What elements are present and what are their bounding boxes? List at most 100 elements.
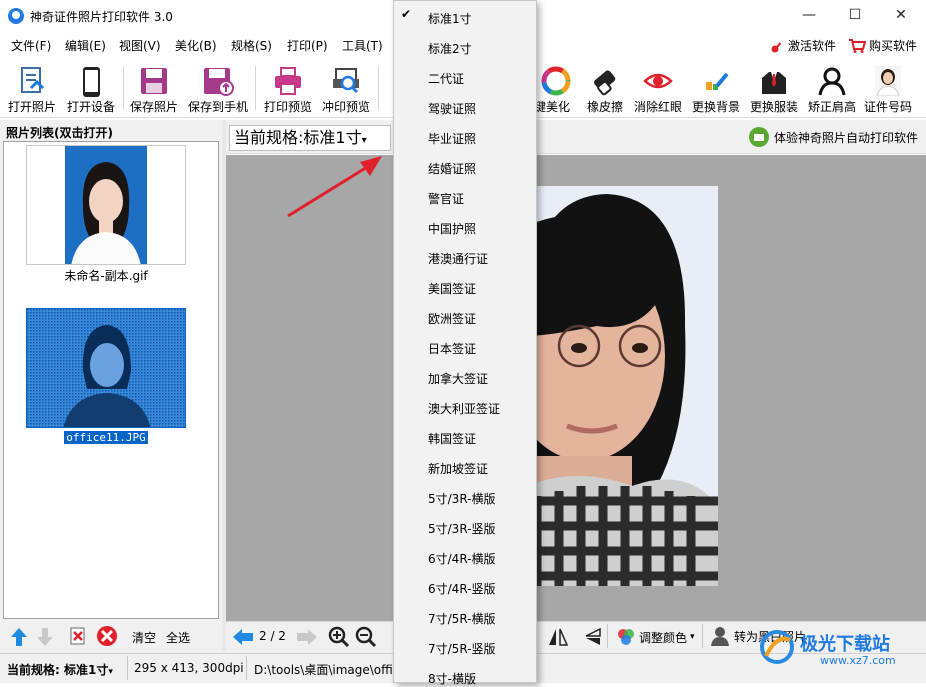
- spec-value: 标准1寸: [303, 128, 362, 147]
- menu-beautify[interactable]: 美化(B): [175, 37, 217, 54]
- menu-item-id-card-2nd[interactable]: 二代证: [428, 70, 464, 87]
- close-button[interactable]: ✕: [878, 0, 924, 32]
- zoom-out-icon[interactable]: [355, 626, 377, 648]
- menu-item-8inch-landscape[interactable]: 8寸-横版: [428, 670, 476, 687]
- menu-item-diploma[interactable]: 毕业证照: [428, 130, 476, 147]
- adjust-color-button[interactable]: 调整颜色 ▾: [616, 627, 695, 647]
- printer-app-icon: [749, 127, 769, 147]
- portrait-thumbnail: [27, 309, 185, 427]
- delete-file-icon[interactable]: [68, 626, 88, 646]
- activate-link[interactable]: 激活软件: [771, 37, 836, 54]
- toolbar-label: 更换背景: [691, 100, 740, 114]
- menu-item-5inch-portrait[interactable]: 5寸/3R-竖版: [428, 520, 496, 537]
- zoom-in-icon[interactable]: [328, 626, 350, 648]
- save-icon: [141, 68, 167, 94]
- menu-item-6inch-portrait[interactable]: 6寸/4R-竖版: [428, 580, 496, 597]
- menu-item-canada-visa[interactable]: 加拿大签证: [428, 370, 488, 387]
- next-page-icon[interactable]: [296, 628, 318, 646]
- menu-item-japan-visa[interactable]: 日本签证: [428, 340, 476, 357]
- move-down-icon[interactable]: [36, 627, 54, 647]
- photo-print-preview-button[interactable]: 冲印预览: [318, 60, 374, 118]
- save-to-phone-icon: [204, 68, 234, 96]
- buy-label: 购买软件: [869, 39, 918, 53]
- save-photo-button[interactable]: 保存照片: [126, 60, 182, 118]
- spec-dropdown-menu[interactable]: 标准1寸 标准2寸 二代证 驾驶证照 毕业证照 结婚证照 警官证 中国护照 港澳…: [393, 0, 537, 686]
- buy-link[interactable]: 购买软件: [848, 37, 917, 54]
- id-number-button[interactable]: 证件号码: [860, 60, 916, 118]
- status-spec-value: 标准1寸: [64, 663, 109, 677]
- menu-item-standard-2inch[interactable]: 标准2寸: [428, 40, 472, 57]
- change-background-button[interactable]: 更换背景: [688, 60, 744, 118]
- status-size: 295 x 413, 300dpi: [134, 661, 244, 675]
- portrait-photo: [537, 186, 718, 586]
- chevron-down-icon: ▾: [108, 667, 113, 677]
- toolbar-separator: [255, 66, 256, 110]
- menu-item-5inch-landscape[interactable]: 5寸/3R-横版: [428, 490, 496, 507]
- thumbnail: [26, 308, 186, 428]
- color-wheel-icon: [541, 66, 571, 96]
- select-all-button[interactable]: 全选: [166, 629, 190, 646]
- menu-view[interactable]: 视图(V): [119, 37, 161, 54]
- fix-shoulder-button[interactable]: 矫正肩高: [804, 60, 860, 118]
- flip-horizontal-icon[interactable]: [548, 627, 568, 647]
- save-to-phone-button[interactable]: 保存到手机: [185, 60, 251, 118]
- red-eye-button[interactable]: 消除红眼: [630, 60, 686, 118]
- list-item[interactable]: 未命名-副本.gif: [26, 145, 186, 284]
- toolbar-separator: [123, 66, 124, 110]
- maximize-button[interactable]: ☐: [832, 0, 878, 32]
- clear-button[interactable]: 清空: [132, 629, 156, 646]
- minimize-button[interactable]: —: [786, 0, 832, 32]
- toolbar-separator: [702, 624, 703, 648]
- portrait-thumbnail: [65, 146, 147, 264]
- print-preview-button[interactable]: 打印预览: [260, 60, 316, 118]
- status-path: D:\tools\桌面\image\offi: [254, 663, 392, 677]
- suit-icon: [762, 72, 786, 94]
- status-spec[interactable]: 当前规格: 标准1寸▾: [7, 661, 113, 678]
- move-up-icon[interactable]: [10, 627, 28, 647]
- menu-print[interactable]: 打印(P): [287, 37, 328, 54]
- menu-item-marriage[interactable]: 结婚证照: [428, 160, 476, 177]
- flip-vertical-icon[interactable]: [582, 627, 602, 647]
- menu-item-police[interactable]: 警官证: [428, 190, 464, 207]
- toolbar-label: 矫正肩高: [807, 100, 856, 114]
- menu-file[interactable]: 文件(F): [11, 37, 51, 54]
- menu-item-6inch-landscape[interactable]: 6寸/4R-横版: [428, 550, 496, 567]
- menu-item-eu-visa[interactable]: 欧洲签证: [428, 310, 476, 327]
- menu-item-driving-license[interactable]: 驾驶证照: [428, 100, 476, 117]
- watermark: 极光下载站 www.xz7.com: [760, 628, 920, 670]
- open-photo-button[interactable]: 打开照片: [4, 60, 60, 118]
- menu-item-7inch-landscape[interactable]: 7寸/5R-横版: [428, 610, 496, 627]
- menu-item-7inch-portrait[interactable]: 7寸/5R-竖版: [428, 640, 496, 657]
- menu-item-singapore-visa[interactable]: 新加坡签证: [428, 460, 488, 477]
- list-item-name-wrap: office11.JPG: [26, 430, 186, 444]
- menu-edit[interactable]: 编辑(E): [65, 37, 106, 54]
- menu-tools[interactable]: 工具(T): [342, 37, 383, 54]
- menu-item-hk-macau-pass[interactable]: 港澳通行证: [428, 250, 488, 267]
- watermark-logo-icon: [760, 630, 794, 664]
- auto-print-label: 体验神奇照片自动打印软件: [774, 130, 919, 145]
- beautify-button[interactable]: 一键美化: [530, 60, 580, 118]
- menu-item-korea-visa[interactable]: 韩国签证: [428, 430, 476, 447]
- app-logo-icon: [8, 8, 24, 24]
- spec-dropdown[interactable]: 当前规格:标准1寸▾: [229, 125, 391, 151]
- menu-item-china-passport[interactable]: 中国护照: [428, 220, 476, 237]
- remove-icon[interactable]: [96, 625, 118, 647]
- color-circles-icon: [618, 629, 634, 645]
- toolbar-separator: [378, 66, 379, 110]
- menu-item-australia-visa[interactable]: 澳大利亚签证: [428, 400, 500, 417]
- background-icon: [706, 72, 729, 90]
- prev-page-icon[interactable]: [232, 628, 254, 646]
- menu-item-standard-1inch[interactable]: 标准1寸: [428, 10, 472, 27]
- status-divider: [246, 656, 247, 680]
- open-photo-icon: [21, 67, 45, 93]
- auto-print-link[interactable]: 体验神奇照片自动打印软件: [748, 126, 918, 148]
- list-item-selected[interactable]: office11.JPG: [26, 308, 186, 444]
- menu-spec[interactable]: 规格(S): [231, 37, 272, 54]
- chevron-down-icon: ▾: [361, 135, 367, 146]
- eraser-button[interactable]: 橡皮擦: [582, 60, 628, 118]
- toolbar-label: 消除红眼: [633, 100, 682, 114]
- menu-item-us-visa[interactable]: 美国签证: [428, 280, 476, 297]
- change-clothes-button[interactable]: 更换服装: [746, 60, 802, 118]
- open-device-button[interactable]: 打开设备: [63, 60, 119, 118]
- printer-icon: [275, 67, 301, 95]
